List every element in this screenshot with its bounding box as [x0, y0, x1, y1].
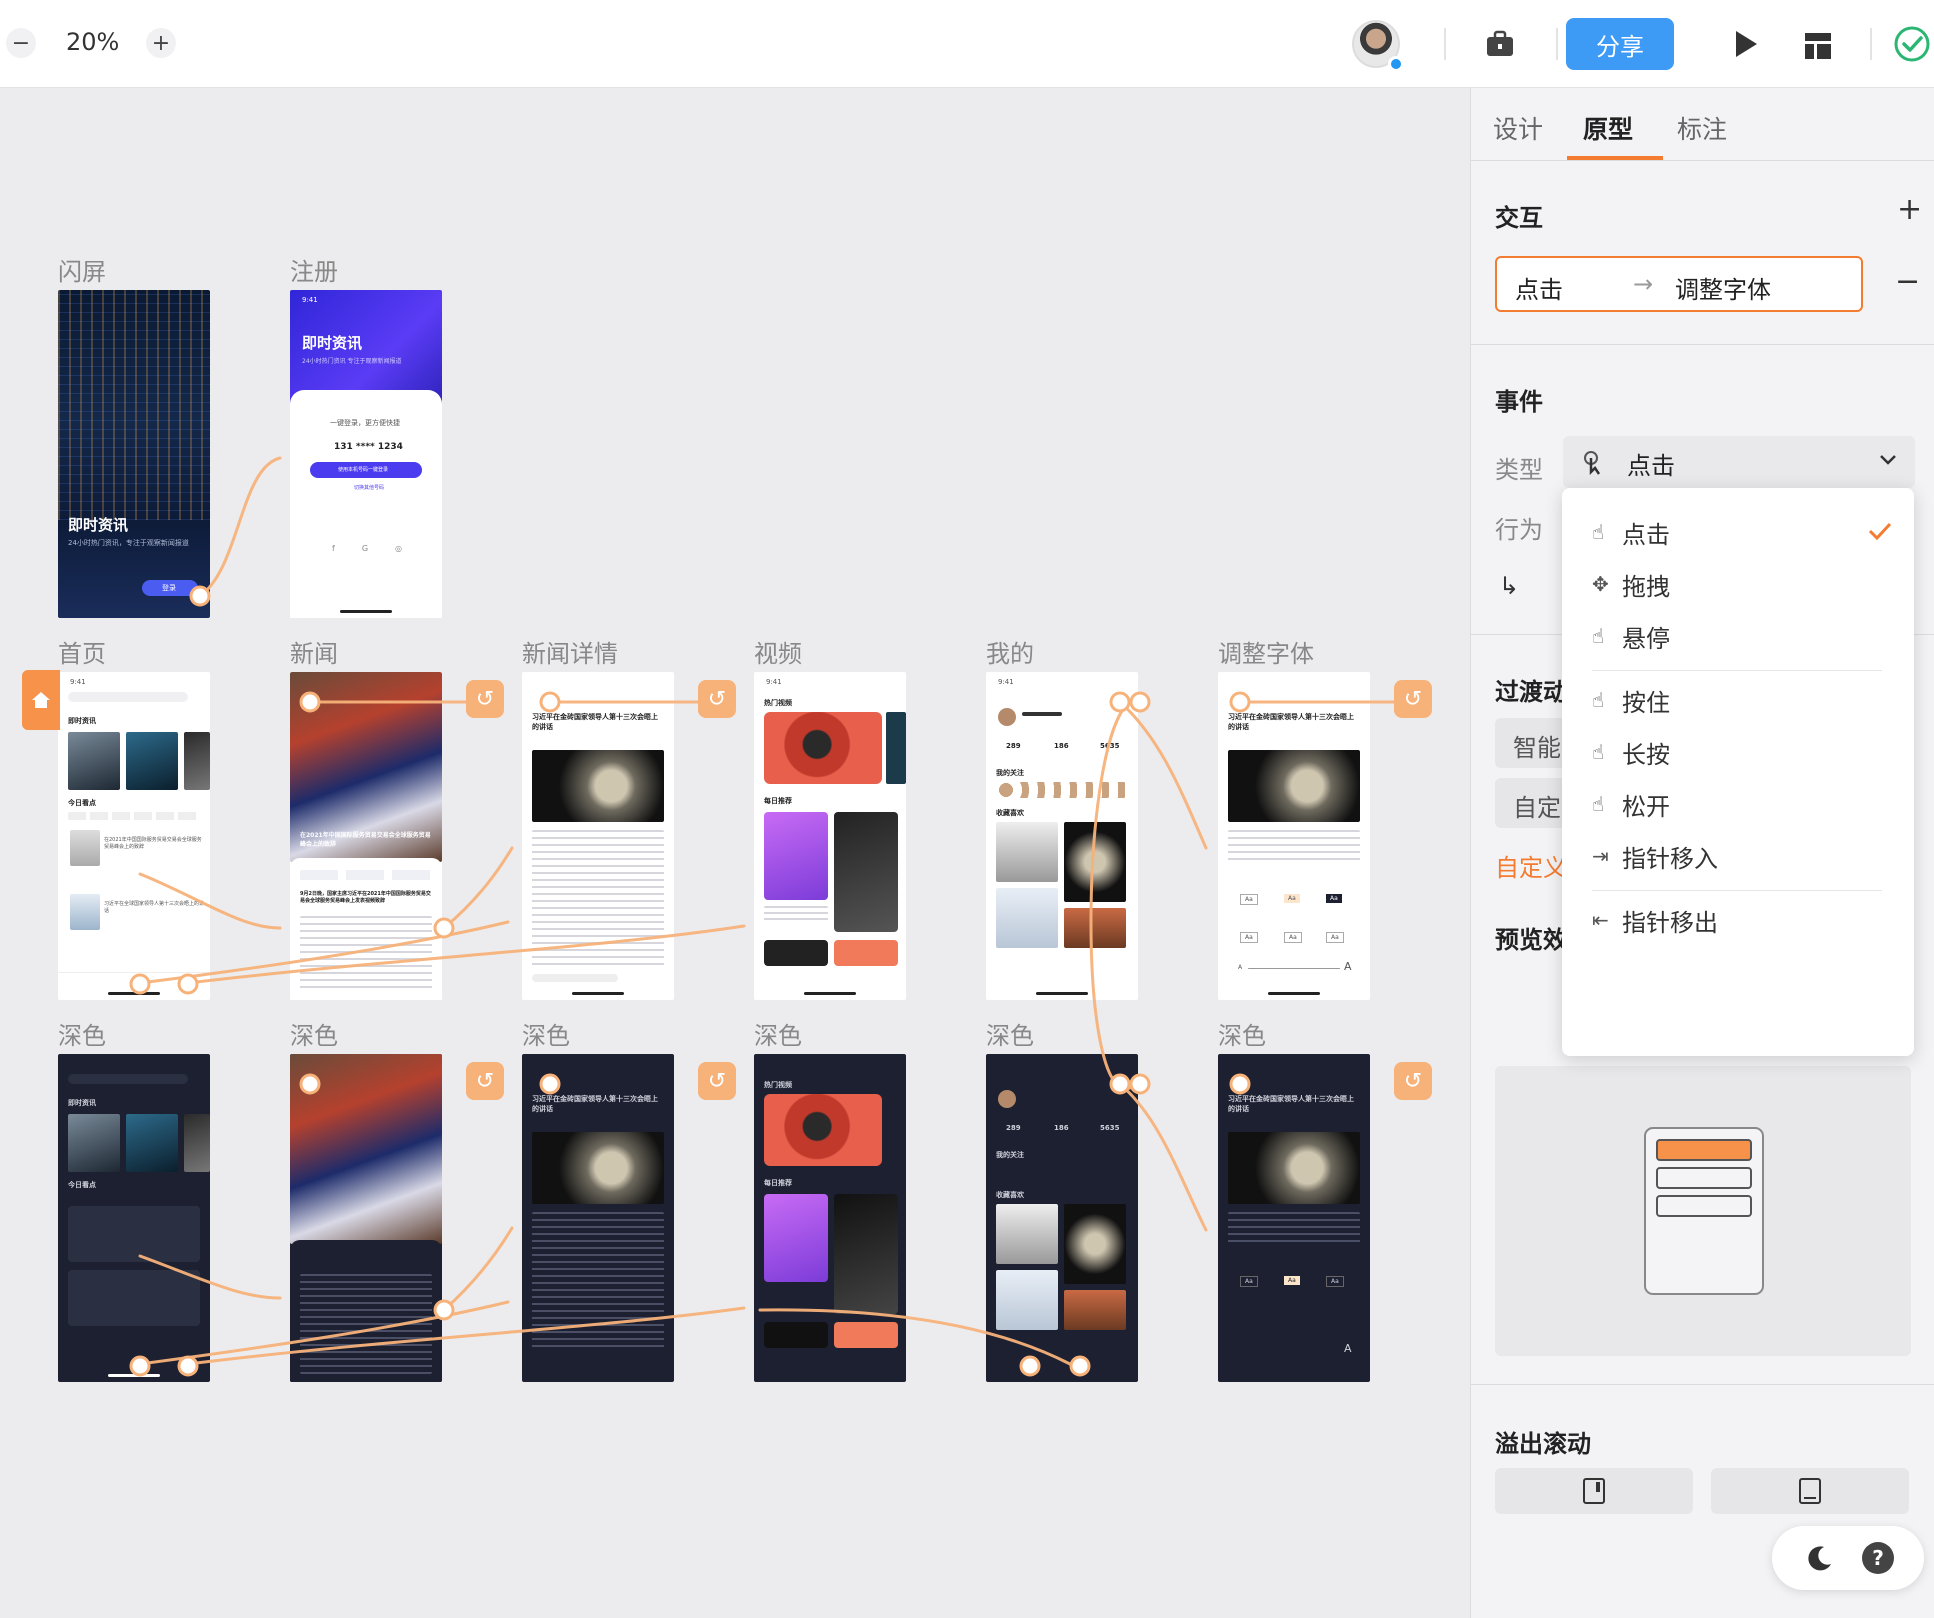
- preview-section-title: 预览效: [1495, 926, 1567, 954]
- interaction-trigger: 点击: [1515, 276, 1563, 304]
- device-icon: [1799, 1478, 1821, 1504]
- divider: [1471, 1384, 1934, 1385]
- tap-icon: ☝: [1592, 520, 1605, 544]
- divider: [1592, 890, 1882, 891]
- dropdown-item-label: 松开: [1622, 792, 1670, 821]
- interaction-section-title: 交互: [1495, 204, 1543, 232]
- overflow-section-title: 溢出滚动: [1495, 1430, 1591, 1458]
- dropdown-item-label: 指针移入: [1622, 844, 1718, 873]
- play-icon: [1736, 31, 1757, 57]
- save-status-button[interactable]: [1892, 24, 1932, 64]
- release-icon: ☝: [1592, 792, 1605, 816]
- dropdown-item-drag[interactable]: ✥ 拖拽: [1592, 562, 1670, 606]
- zoom-out-icon: −: [11, 30, 31, 56]
- top-toolbar: − 20% + 分享: [0, 0, 1934, 88]
- event-section-title: 事件: [1495, 388, 1543, 416]
- divider: [1471, 344, 1934, 345]
- share-button[interactable]: 分享: [1566, 18, 1674, 70]
- pointer-leave-icon: ⇤: [1592, 908, 1609, 932]
- divider: [1592, 670, 1882, 671]
- layout-button[interactable]: [1800, 28, 1836, 64]
- event-type-dropdown: ☝ 点击 ✥ 拖拽 ☝ 悬停 ☝ 按住 ☝ 长按 ☝ 松开 ⇥ 指针移入 ⇤ 指针移出: [1562, 488, 1914, 1056]
- long-press-icon: ☝: [1592, 740, 1605, 764]
- pointer-enter-icon: ⇥: [1592, 844, 1609, 868]
- event-type-value: 点击: [1627, 452, 1675, 480]
- interaction-target: 调整字体: [1675, 276, 1771, 304]
- dropdown-item-label: 按住: [1622, 688, 1670, 717]
- smart-transition-label: 智能: [1513, 734, 1561, 762]
- online-status-dot: [1388, 56, 1404, 72]
- briefcase-icon: [1487, 30, 1513, 56]
- tap-icon: [1584, 451, 1601, 476]
- dark-mode-button[interactable]: [1806, 1544, 1834, 1576]
- moon-icon: [1808, 1546, 1831, 1571]
- transition-section-title: 过渡动: [1495, 678, 1567, 706]
- zoom-level[interactable]: 20%: [66, 28, 119, 56]
- dropdown-item-label: 悬停: [1622, 624, 1670, 653]
- zoom-in-button[interactable]: +: [146, 28, 176, 58]
- canvas[interactable]: 闪屏 注册 首页 新闻 新闻详情 视频 我的 调整字体 深色 深色 深色 深色 …: [0, 88, 1470, 1618]
- interaction-item[interactable]: 点击 → 调整字体: [1495, 256, 1863, 312]
- zoom-in-icon: +: [151, 30, 171, 56]
- return-arrow-icon: ↳: [1499, 572, 1520, 600]
- dropdown-item-label: 长按: [1622, 740, 1670, 769]
- dropdown-item-pointer-leave[interactable]: ⇤ 指针移出: [1592, 898, 1718, 942]
- dropdown-item-label: 点击: [1622, 520, 1670, 549]
- help-icon: ?: [1872, 1546, 1884, 1570]
- prototype-links: [129, 456, 1396, 1377]
- preview-phone-illustration: [1644, 1127, 1764, 1295]
- plus-icon: +: [1897, 192, 1923, 227]
- dropdown-item-tap[interactable]: ☝ 点击: [1592, 510, 1670, 554]
- dropdown-item-label: 拖拽: [1622, 572, 1670, 601]
- drag-icon: ✥: [1592, 572, 1609, 596]
- divider: [1870, 28, 1872, 60]
- layout-icon: [1805, 33, 1831, 59]
- dropdown-item-pointer-enter[interactable]: ⇥ 指针移入: [1592, 834, 1718, 878]
- floating-utility-bar: ?: [1772, 1526, 1924, 1590]
- tab-design[interactable]: 设计: [1493, 110, 1543, 146]
- preview-area: [1495, 1066, 1911, 1356]
- add-interaction-button[interactable]: +: [1897, 192, 1922, 227]
- preview-play-button[interactable]: [1728, 26, 1764, 62]
- overflow-vertical-button[interactable]: [1495, 1468, 1693, 1514]
- divider: [1471, 160, 1934, 161]
- hover-icon: ☝: [1592, 624, 1605, 648]
- checkmark-icon: [1868, 522, 1892, 540]
- check-circle-icon: [1894, 26, 1930, 62]
- remove-interaction-button[interactable]: −: [1895, 264, 1920, 299]
- dropdown-item-label: 指针移出: [1622, 908, 1718, 937]
- dropdown-item-long-press[interactable]: ☝ 长按: [1592, 730, 1670, 774]
- custom-link[interactable]: 自定义: [1495, 848, 1567, 883]
- divider: [1556, 28, 1558, 60]
- overflow-none-button[interactable]: [1711, 1468, 1909, 1514]
- chevron-down-icon: [1880, 455, 1896, 465]
- dropdown-item-hover[interactable]: ☝ 悬停: [1592, 614, 1670, 658]
- tab-prototype[interactable]: 原型: [1583, 110, 1633, 146]
- arrow-right-icon: →: [1633, 270, 1654, 298]
- press-icon: ☝: [1592, 688, 1605, 712]
- event-type-select[interactable]: 点击: [1563, 436, 1915, 488]
- action-label: 行为: [1495, 516, 1543, 544]
- dropdown-item-press[interactable]: ☝ 按住: [1592, 678, 1670, 722]
- vertical-scroll-icon: [1583, 1478, 1605, 1504]
- briefcase-button[interactable]: [1482, 26, 1518, 62]
- custom-transition-label: 自定: [1513, 794, 1561, 822]
- tab-annotation[interactable]: 标注: [1677, 110, 1727, 146]
- type-label: 类型: [1495, 456, 1543, 484]
- divider: [1444, 28, 1446, 60]
- minus-icon: −: [1895, 264, 1921, 299]
- dropdown-item-release[interactable]: ☝ 松开: [1592, 782, 1670, 826]
- help-button[interactable]: ?: [1862, 1542, 1894, 1574]
- zoom-out-button[interactable]: −: [6, 28, 36, 58]
